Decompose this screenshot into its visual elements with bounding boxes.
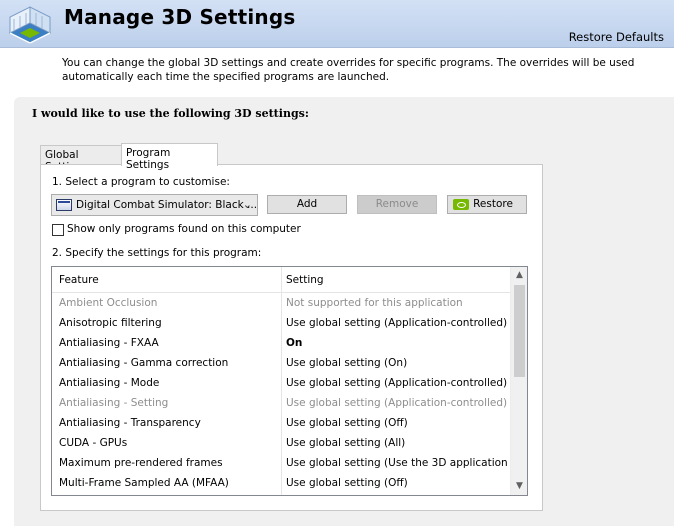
- setting-cell: Use global setting (All): [286, 437, 406, 449]
- panel-heading: I would like to use the following 3D set…: [32, 107, 309, 120]
- feature-cell: Antialiasing - Mode: [59, 377, 160, 389]
- table-row[interactable]: Multi-Frame Sampled AA (MFAA) Use global …: [52, 473, 510, 493]
- settings-list: Feature Setting Ambient Occlusion Not sup…: [51, 266, 528, 496]
- settings-rows: Ambient Occlusion Not supported for this …: [52, 293, 521, 493]
- table-row[interactable]: Antialiasing - Gamma correction Use globa…: [52, 353, 510, 373]
- feature-cell: Antialiasing - Setting: [59, 397, 169, 409]
- nvidia-3d-settings-icon: [8, 6, 52, 44]
- column-header-feature[interactable]: Feature: [59, 274, 99, 286]
- table-row[interactable]: Antialiasing - Setting Use global setting…: [52, 393, 510, 413]
- intro-text: You can change the global 3D settings an…: [62, 57, 635, 83]
- setting-cell: Use global setting (Off): [286, 477, 408, 489]
- select-program-label: 1. Select a program to customise:: [52, 176, 230, 188]
- feature-cell: CUDA - GPUs: [59, 437, 128, 449]
- column-header-setting[interactable]: Setting: [286, 274, 324, 286]
- scrollbar-thumb[interactable]: [514, 285, 525, 377]
- scroll-up-icon[interactable]: ▲: [511, 267, 527, 284]
- nvidia-icon: [453, 199, 469, 210]
- program-dropdown-value: Digital Combat Simulator: Black ...: [76, 199, 258, 211]
- feature-cell: Antialiasing - FXAA: [59, 337, 159, 349]
- table-row[interactable]: Antialiasing - FXAA On: [52, 333, 510, 353]
- feature-cell: Ambient Occlusion: [59, 297, 158, 309]
- specify-settings-label: 2. Specify the settings for this program…: [52, 247, 262, 259]
- feature-cell: Multi-Frame Sampled AA (MFAA): [59, 477, 229, 489]
- setting-cell: Use global setting (Off): [286, 417, 408, 429]
- setting-cell: On: [286, 337, 303, 349]
- feature-cell: Anisotropic filtering: [59, 317, 162, 329]
- vertical-scrollbar[interactable]: ▲ ▼: [510, 267, 527, 495]
- tab-program-settings[interactable]: Program Settings: [121, 143, 218, 171]
- table-row[interactable]: Antialiasing - Mode Use global setting (A…: [52, 373, 510, 393]
- setting-cell: Use global setting (Application-controll…: [286, 377, 508, 389]
- feature-cell: Maximum pre-rendered frames: [59, 457, 223, 469]
- table-row[interactable]: Anisotropic filtering Use global setting …: [52, 313, 510, 333]
- table-row[interactable]: Ambient Occlusion Not supported for this …: [52, 293, 510, 313]
- table-row[interactable]: CUDA - GPUs Use global setting (All): [52, 433, 510, 453]
- setting-cell: Use global setting (Application-controll…: [286, 397, 508, 409]
- show-only-found-label[interactable]: Show only programs found on this compute…: [67, 223, 301, 235]
- setting-cell: Not supported for this application: [286, 297, 463, 309]
- restore-button[interactable]: Restore: [447, 195, 527, 214]
- feature-cell: Antialiasing - Transparency: [59, 417, 201, 429]
- chevron-down-icon: ⌄: [242, 198, 252, 211]
- restore-defaults-link[interactable]: Restore Defaults: [569, 30, 664, 44]
- setting-cell: Use global setting (On): [286, 357, 408, 369]
- setting-cell: Use global setting (Use the 3D applicati…: [286, 457, 522, 469]
- program-icon: [56, 199, 72, 211]
- table-row[interactable]: Maximum pre-rendered frames Use global se…: [52, 453, 521, 473]
- show-only-found-checkbox[interactable]: [52, 224, 64, 236]
- table-row[interactable]: Antialiasing - Transparency Use global se…: [52, 413, 510, 433]
- remove-button[interactable]: Remove: [357, 195, 437, 214]
- tab-global-settings[interactable]: Global Settings: [40, 145, 122, 173]
- scroll-down-icon[interactable]: ▼: [511, 478, 527, 495]
- feature-cell: Antialiasing - Gamma correction: [59, 357, 229, 369]
- add-button[interactable]: Add: [267, 195, 347, 214]
- page-title: Manage 3D Settings: [64, 5, 296, 29]
- setting-cell: Use global setting (Application-controll…: [286, 317, 508, 329]
- page-header: Manage 3D Settings Restore Defaults: [0, 0, 674, 48]
- program-dropdown[interactable]: Digital Combat Simulator: Black ... ⌄: [51, 194, 258, 216]
